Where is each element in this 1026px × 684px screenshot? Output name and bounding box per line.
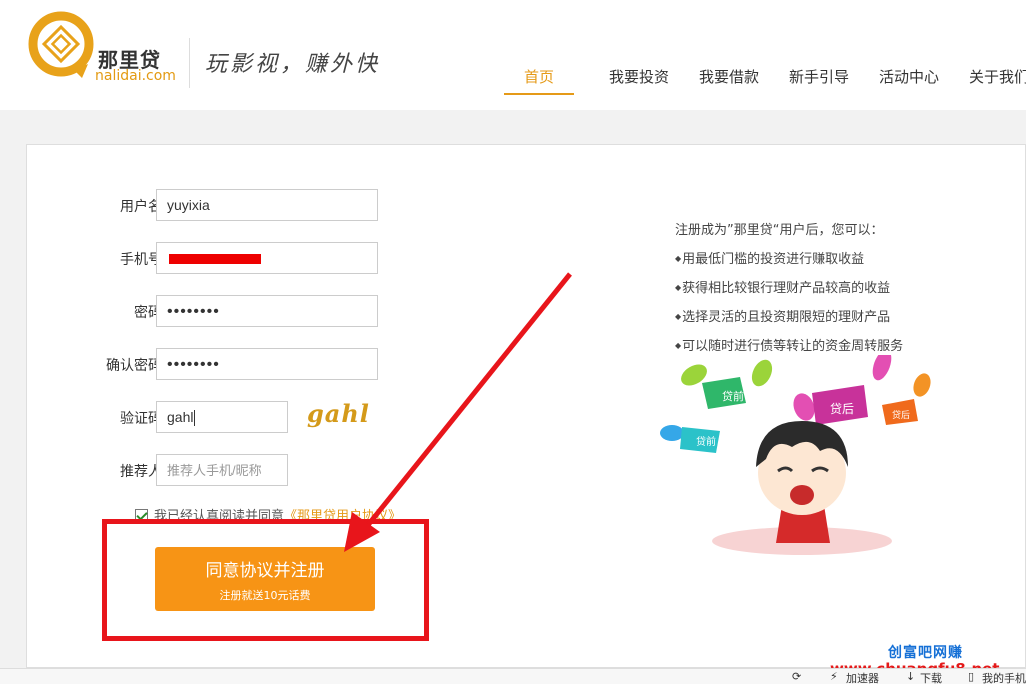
svg-text:贷前: 贷前: [722, 389, 744, 403]
nav-item-borrow[interactable]: 我要借款: [684, 66, 774, 95]
svg-text:贷后: 贷后: [830, 402, 854, 416]
slogan: 玩影视，赚外快: [205, 52, 381, 77]
flying-tag: 贷后: [882, 373, 931, 425]
logo-icon[interactable]: [26, 8, 96, 78]
svg-text:贷后: 贷后: [892, 409, 910, 420]
browser-status-bar: ⟳ ⚡ 加速器 ↓ 下载 ▯ 我的手机: [0, 668, 1026, 684]
speed-icon[interactable]: ⟳: [792, 670, 801, 683]
site-header: 那里贷 nalidai.com 玩影视，赚外快 首页 我要投资 我要借款 新手引…: [0, 0, 1026, 110]
captcha-image[interactable]: gahl: [307, 399, 370, 428]
password-row: 密码： ••••••••: [27, 295, 427, 327]
annotation-highlight-box: [102, 519, 429, 641]
nav-item-about[interactable]: 关于我们: [954, 66, 1026, 95]
main-nav: 首页 我要投资 我要借款 新手引导 活动中心 关于我们: [504, 66, 1026, 95]
confirm-password-input[interactable]: ••••••••: [156, 348, 378, 380]
referrer-input[interactable]: 推荐人手机/昵称: [156, 454, 288, 486]
download-label[interactable]: 下载: [920, 670, 942, 684]
nav-item-invest[interactable]: 我要投资: [594, 66, 684, 95]
phone-input[interactable]: [156, 242, 378, 274]
flying-tag: 贷前: [681, 359, 773, 409]
captcha-value: gahl: [167, 409, 194, 425]
username-input[interactable]: yuyixia: [156, 189, 378, 221]
confirm-password-row: 确认密码： ••••••••: [27, 348, 427, 380]
username-row: 用户名： yuyixia: [27, 189, 427, 221]
text-caret: [194, 410, 196, 427]
captcha-input[interactable]: gahl: [156, 401, 288, 433]
download-icon[interactable]: ↓: [906, 670, 915, 683]
password-input[interactable]: ••••••••: [156, 295, 378, 327]
referrer-placeholder: 推荐人手机/昵称: [167, 463, 262, 478]
watermark-cn: 创富吧网赚: [888, 645, 963, 661]
nav-item-guide[interactable]: 新手引导: [774, 66, 864, 95]
register-card: 用户名： yuyixia 手机号： 密码： •••••••• 确认密码： •••…: [26, 144, 1026, 668]
accelerator-label[interactable]: 加速器: [846, 670, 879, 684]
mascot-illustration: 贷前 贷前 贷后 贷后: [660, 355, 931, 555]
flying-tag: 贷前: [660, 425, 720, 453]
flying-tag: 贷后: [793, 355, 892, 425]
benefit-item: 用最低门槛的投资进行赚取收益: [675, 248, 903, 267]
logo-domain[interactable]: nalidai.com: [95, 68, 176, 84]
phone-icon[interactable]: ▯: [968, 670, 974, 683]
benefits-intro: 注册成为”那里贷“用户后，您可以：: [675, 223, 884, 238]
redaction-bar: [169, 254, 261, 264]
confirm-password-value: ••••••••: [167, 356, 220, 373]
logo-divider: [189, 38, 190, 88]
password-value: ••••••••: [167, 303, 220, 320]
accelerator-icon[interactable]: ⚡: [830, 670, 838, 683]
benefit-item: 获得相比较银行理财产品较高的收益: [675, 277, 903, 296]
svg-text:贷前: 贷前: [696, 435, 716, 448]
nav-item-activities[interactable]: 活动中心: [864, 66, 954, 95]
nav-item-home[interactable]: 首页: [504, 66, 574, 95]
captcha-row: 验证码： gahl gahl: [27, 399, 427, 433]
referrer-row: 推荐人： 推荐人手机/昵称: [27, 454, 427, 486]
benefit-item: 选择灵活的且投资期限短的理财产品: [675, 306, 903, 325]
phone-row: 手机号：: [27, 242, 427, 274]
benefit-item: 可以随时进行债等转让的资金周转服务: [675, 335, 903, 354]
username-value: yuyixia: [167, 197, 210, 213]
benefits-panel: 注册成为”那里贷“用户后，您可以： 用最低门槛的投资进行赚取收益 获得相比较银行…: [675, 219, 903, 364]
my-phone-label[interactable]: 我的手机: [982, 670, 1026, 684]
